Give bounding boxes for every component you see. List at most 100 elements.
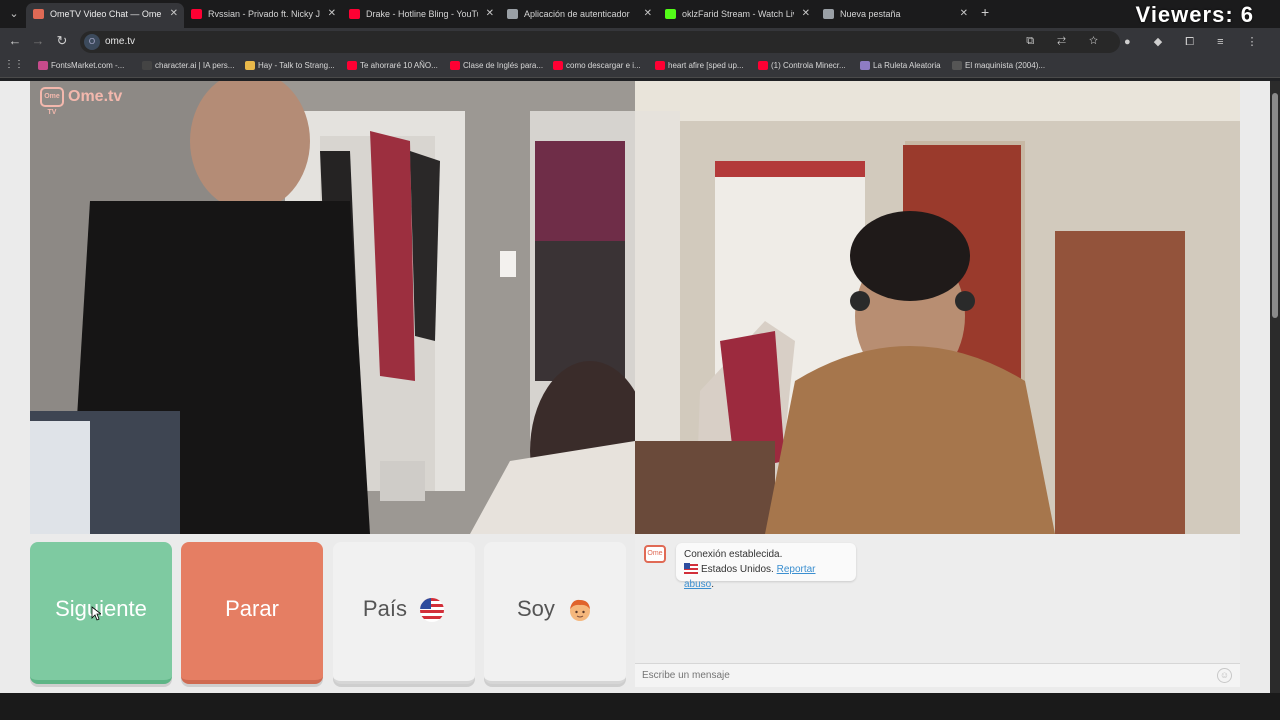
address-url: ome.tv [105, 36, 136, 47]
country-button-label: País [362, 596, 407, 621]
boy-face-icon [570, 600, 591, 622]
forward-icon[interactable]: → [29, 33, 47, 48]
stop-button[interactable]: Parar [181, 542, 323, 684]
tab-favicon-icon [665, 9, 676, 19]
tab-favicon-icon [191, 9, 202, 19]
omnibox-actions[interactable]: ⧉ ⇄ ☆ [1026, 35, 1108, 48]
apps-grid-icon[interactable]: ⋮⋮ [4, 59, 24, 70]
emoji-picker-icon[interactable]: ☺ [1217, 668, 1232, 683]
tab-close-icon[interactable]: ✕ [486, 3, 494, 25]
tab-close-icon[interactable]: ✕ [960, 3, 968, 25]
bookmark-favicon-icon [553, 61, 563, 70]
tab-4[interactable]: oklzFarid Stream - Watch Live o ✕ [658, 3, 816, 28]
bookmark-label: FontsMarket.com -... [51, 61, 125, 70]
tab-5[interactable]: Nueva pestaña ✕ [816, 3, 974, 28]
viewers-overlay: Viewers: 6 [1135, 2, 1254, 27]
bookmark-4[interactable]: Clase de Inglés para... [450, 61, 543, 70]
tab-1[interactable]: Rvssian - Privado ft. Nicky Jam ✕ [184, 3, 342, 28]
back-icon[interactable]: ← [6, 33, 24, 48]
tab-2[interactable]: Drake - Hotline Bling - YouTube ✕ [342, 3, 500, 28]
bookmark-favicon-icon [347, 61, 357, 70]
bookmark-label: heart afire [sped up... [668, 61, 744, 70]
country-filter-button[interactable]: País [333, 542, 475, 684]
tab-title: Aplicación de autenticador [524, 9, 630, 19]
tab-close-icon[interactable]: ✕ [328, 3, 336, 25]
tab-favicon-icon [507, 9, 518, 19]
bookmark-label: como descargar e i... [566, 61, 641, 70]
ometv-logo-badge: Ome TV [40, 87, 64, 116]
bookmark-favicon-icon [450, 61, 460, 70]
bookmark-1[interactable]: character.ai | IA pers... [142, 61, 234, 70]
extension-icons[interactable]: ● ◆ ⧠ ≡ ⋮ [1124, 35, 1268, 49]
ometv-page: Ome TVOme.tv Siguiente Parar País Soy Om… [0, 81, 1270, 693]
tab-title: oklzFarid Stream - Watch Live o [682, 9, 794, 19]
bookmark-label: (1) Controla Minecr... [771, 61, 846, 70]
bookmarks-bar: ⋮⋮ FontsMarket.com -... character.ai | IA… [0, 56, 1280, 78]
tab-0[interactable]: OmeTV Video Chat — Ome ✕ [26, 3, 184, 28]
ometv-logo: Ome TVOme.tv [40, 87, 123, 116]
tab-close-icon[interactable]: ✕ [170, 3, 178, 25]
bookmark-6[interactable]: heart afire [sped up... [655, 61, 744, 70]
tab-title: Rvssian - Privado ft. Nicky Jam [208, 9, 320, 19]
gender-button[interactable]: Soy [484, 542, 626, 684]
bookmark-0[interactable]: FontsMarket.com -... [38, 61, 124, 70]
tab-3[interactable]: Aplicación de autenticador ✕ [500, 3, 658, 28]
self-video-frame [635, 81, 1240, 534]
ometv-logo-text: Ome.tv [68, 88, 123, 106]
browser-chrome: ⌄ OmeTV Video Chat — Ome ✕ Rvssian - Priva… [0, 0, 1280, 81]
address-bar[interactable]: O ome.tv ⧉ ⇄ ☆ [80, 31, 1120, 53]
tab-search-icon[interactable]: ⌄ [4, 4, 24, 24]
bookmark-favicon-icon [655, 61, 665, 70]
stranger-video: Ome TVOme.tv [30, 81, 635, 534]
self-video [635, 81, 1240, 534]
bookmark-favicon-icon [245, 61, 255, 70]
new-tab-button[interactable]: + [981, 4, 989, 20]
bookmark-label: Hay - Talk to Strang... [258, 61, 335, 70]
bookmark-3[interactable]: Te ahorraré 10 AÑO... [347, 61, 438, 70]
tab-close-icon[interactable]: ✕ [802, 3, 810, 25]
stranger-video-frame [30, 81, 635, 534]
stop-button-label: Parar [225, 596, 279, 621]
us-flag-icon [420, 598, 445, 623]
bookmark-label: El maquinista (2004)... [965, 61, 1046, 70]
message-bar: ☺ [635, 663, 1240, 687]
connection-status: Conexión establecida. [684, 549, 783, 560]
system-message: Conexión establecida. Estados Unidos. Re… [676, 543, 856, 590]
tab-favicon-icon [33, 9, 44, 19]
bookmark-favicon-icon [758, 61, 768, 70]
tab-title: OmeTV Video Chat — Ome [50, 9, 162, 19]
us-flag-mini-icon [684, 563, 698, 576]
next-button-label: Siguiente [55, 596, 147, 621]
bookmark-2[interactable]: Hay - Talk to Strang... [245, 61, 335, 70]
ometv-chat-icon: Ome [644, 545, 666, 563]
next-button[interactable]: Siguiente [30, 542, 172, 684]
tab-strip: ⌄ OmeTV Video Chat — Ome ✕ Rvssian - Priva… [0, 0, 1280, 28]
gender-button-label: Soy [516, 596, 555, 621]
tab-title: Nueva pestaña [840, 9, 901, 19]
bookmark-label: character.ai | IA pers... [155, 61, 235, 70]
bookmark-9[interactable]: El maquinista (2004)... [952, 61, 1045, 70]
tab-title: Drake - Hotline Bling - YouTube [366, 9, 478, 19]
reload-icon[interactable]: ↻ [53, 33, 71, 49]
tab-close-icon[interactable]: ✕ [644, 3, 652, 25]
message-input[interactable] [635, 664, 1195, 686]
bookmark-favicon-icon [38, 61, 48, 70]
bookmark-label: Clase de Inglés para... [463, 61, 544, 70]
bookmark-label: Te ahorraré 10 AÑO... [360, 61, 438, 70]
tab-favicon-icon [349, 9, 360, 19]
taskbar-strip [0, 693, 1280, 720]
scrollbar-thumb[interactable] [1272, 93, 1278, 318]
bookmark-5[interactable]: como descargar e i... [553, 61, 641, 70]
bookmark-7[interactable]: (1) Controla Minecr... [758, 61, 846, 70]
partner-country: Estados Unidos. [701, 564, 774, 575]
site-info-icon[interactable]: O [84, 34, 100, 50]
bookmark-label: La Ruleta Aleatoria [873, 61, 941, 70]
chat-panel: Ome Conexión establecida. Estados Unidos… [635, 534, 1240, 687]
bookmark-favicon-icon [952, 61, 962, 70]
mouse-pointer-icon [91, 606, 101, 621]
toolbar: ← → ↻ O ome.tv ⧉ ⇄ ☆ ● ◆ ⧠ ≡ ⋮ [0, 28, 1280, 56]
page-scrollbar[interactable] [1270, 81, 1280, 693]
tab-favicon-icon [823, 9, 834, 19]
bookmark-favicon-icon [860, 61, 870, 70]
bookmark-8[interactable]: La Ruleta Aleatoria [860, 61, 941, 70]
